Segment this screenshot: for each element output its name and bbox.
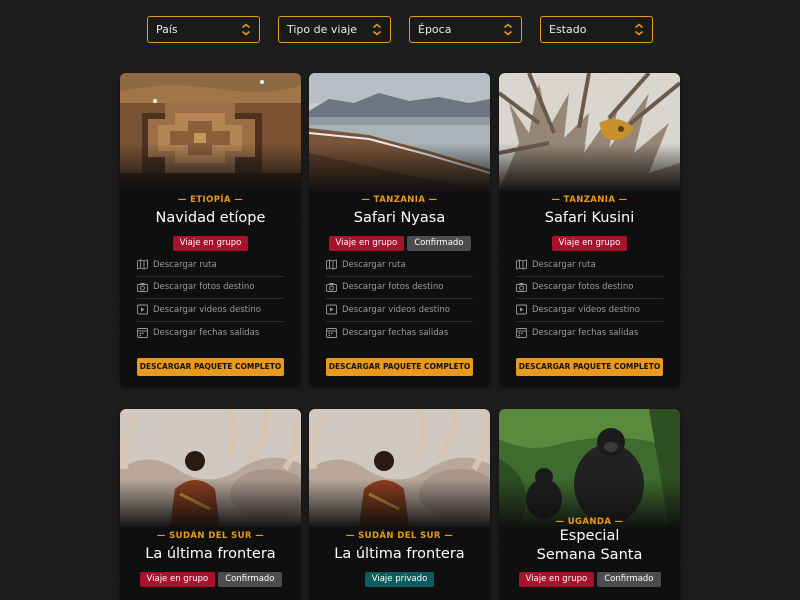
trip-title: Safari Nyasa <box>353 210 446 226</box>
camera-icon <box>137 282 148 292</box>
season-select[interactable]: Época <box>409 16 522 43</box>
download-dates-label: Descargar fechas salidas <box>342 327 449 338</box>
download-videos-label: Descargar videos destino <box>342 304 450 315</box>
group-trip-tag: Viaje en grupo <box>551 236 628 251</box>
play-icon <box>326 304 337 315</box>
country-label: — UGANDA — <box>555 517 624 527</box>
download-photos-label: Descargar fotos destino <box>153 282 255 293</box>
photo-fade <box>120 479 301 529</box>
tag-group: Viaje en grupo <box>120 236 301 251</box>
tag-group: Viaje en grupo Confirmado <box>309 236 490 251</box>
trip-type-select[interactable]: Tipo de viaje <box>278 16 391 43</box>
download-videos-label: Descargar videos destino <box>153 304 261 315</box>
photo-fade <box>309 479 490 529</box>
group-trip-tag: Viaje en grupo <box>328 236 405 251</box>
play-icon <box>137 304 148 315</box>
download-list: Descargar ruta Descargar fotos destino D… <box>326 254 473 344</box>
camera-icon <box>326 282 337 292</box>
trip-title: Navidad etíope <box>155 210 266 226</box>
trip-card[interactable]: — TANZANIA — Safari Kusini Viaje en grup… <box>499 73 680 387</box>
country-label: — SUDÁN DEL SUR — <box>345 531 454 541</box>
download-photos-link[interactable]: Descargar fotos destino <box>326 277 473 299</box>
trip-card[interactable]: — TANZANIA — Safari Nyasa Viaje en grupo… <box>309 73 490 387</box>
group-trip-tag: Viaje en grupo <box>139 572 216 587</box>
download-photos-link[interactable]: Descargar fotos destino <box>516 277 663 299</box>
download-list: Descargar ruta Descargar fotos destino D… <box>137 254 284 344</box>
private-trip-tag: Viaje privado <box>364 572 435 587</box>
filter-bar: País Tipo de viaje Época Estado <box>147 16 654 43</box>
camera-icon <box>516 282 527 292</box>
country-label: — ETIOPÍA — <box>177 195 244 205</box>
chevron-updown-icon <box>373 23 381 36</box>
download-dates-link[interactable]: Descargar fechas salidas <box>326 322 473 345</box>
trip-title: La última frontera <box>145 546 276 562</box>
trip-card[interactable]: — ETIOPÍA — Navidad etíope Viaje en grup… <box>120 73 301 387</box>
download-route-link[interactable]: Descargar ruta <box>137 254 284 277</box>
map-icon <box>137 259 148 270</box>
trip-card[interactable]: — SUDÁN DEL SUR — La última frontera Via… <box>120 409 301 600</box>
download-package-button[interactable]: DESCARGAR PAQUETE COMPLETO <box>137 358 284 376</box>
confirmed-tag: Confirmado <box>407 236 471 251</box>
trip-type-select-label: Tipo de viaje <box>287 23 358 36</box>
photo-fade <box>120 143 301 193</box>
group-trip-tag: Viaje en grupo <box>518 572 595 587</box>
group-trip-tag: Viaje en grupo <box>172 236 249 251</box>
photo-fade <box>499 143 680 193</box>
status-select-label: Estado <box>549 23 587 36</box>
download-dates-label: Descargar fechas salidas <box>153 327 260 338</box>
download-package-button[interactable]: DESCARGAR PAQUETE COMPLETO <box>516 358 663 376</box>
trip-title: Especial Semana Santa <box>536 528 643 563</box>
tag-group: Viaje en grupo <box>499 236 680 251</box>
download-package-button[interactable]: DESCARGAR PAQUETE COMPLETO <box>326 358 473 376</box>
download-route-link[interactable]: Descargar ruta <box>326 254 473 277</box>
calendar-icon <box>516 328 527 339</box>
download-list: Descargar ruta Descargar fotos destino D… <box>516 254 663 344</box>
download-route-label: Descargar ruta <box>532 259 596 270</box>
trip-card[interactable]: — SUDÁN DEL SUR — La última frontera Via… <box>309 409 490 600</box>
download-route-link[interactable]: Descargar ruta <box>516 254 663 277</box>
photo-fade <box>309 143 490 193</box>
trip-card[interactable]: — UGANDA — Especial Semana Santa Viaje e… <box>499 409 680 600</box>
download-dates-link[interactable]: Descargar fechas salidas <box>516 322 663 345</box>
download-photos-label: Descargar fotos destino <box>532 282 634 293</box>
play-icon <box>516 304 527 315</box>
tag-group: Viaje en grupo Confirmado <box>499 572 680 587</box>
tag-group: Viaje privado <box>309 572 490 587</box>
confirmed-tag: Confirmado <box>218 572 282 587</box>
trip-title: Safari Kusini <box>544 210 635 226</box>
country-label: — TANZANIA — <box>361 195 438 205</box>
download-photos-link[interactable]: Descargar fotos destino <box>137 277 284 299</box>
download-videos-link[interactable]: Descargar videos destino <box>137 299 284 322</box>
confirmed-tag: Confirmado <box>597 572 661 587</box>
download-route-label: Descargar ruta <box>342 259 406 270</box>
chevron-updown-icon <box>635 23 643 36</box>
download-videos-link[interactable]: Descargar videos destino <box>516 299 663 322</box>
tag-group: Viaje en grupo Confirmado <box>120 572 301 587</box>
country-label: — TANZANIA — <box>551 195 628 205</box>
download-route-label: Descargar ruta <box>153 259 217 270</box>
season-select-label: Época <box>418 23 452 36</box>
map-icon <box>326 259 337 270</box>
country-select[interactable]: País <box>147 16 260 43</box>
download-photos-label: Descargar fotos destino <box>342 282 444 293</box>
chevron-updown-icon <box>504 23 512 36</box>
download-dates-label: Descargar fechas salidas <box>532 327 639 338</box>
trip-title: La última frontera <box>334 546 465 562</box>
calendar-icon <box>326 328 337 339</box>
map-icon <box>516 259 527 270</box>
chevron-updown-icon <box>242 23 250 36</box>
download-videos-link[interactable]: Descargar videos destino <box>326 299 473 322</box>
country-label: — SUDÁN DEL SUR — <box>156 531 265 541</box>
status-select[interactable]: Estado <box>540 16 653 43</box>
country-select-label: País <box>156 23 178 36</box>
download-dates-link[interactable]: Descargar fechas salidas <box>137 322 284 345</box>
download-videos-label: Descargar videos destino <box>532 304 640 315</box>
calendar-icon <box>137 328 148 339</box>
